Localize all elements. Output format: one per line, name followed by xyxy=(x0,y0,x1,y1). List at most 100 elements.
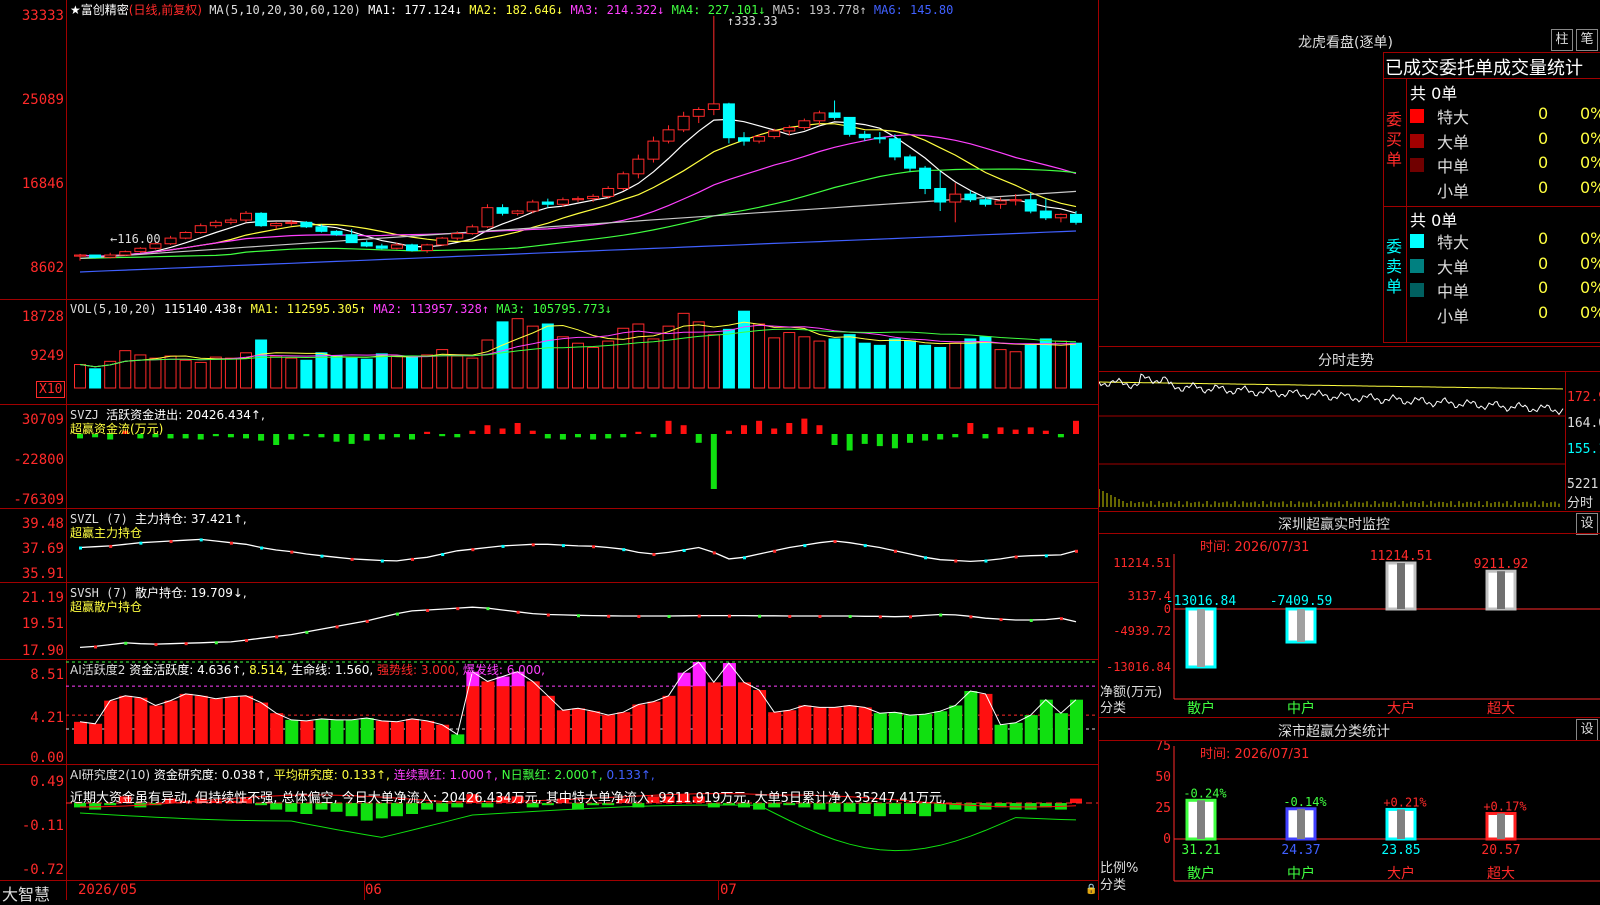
fundflow-bar xyxy=(922,434,929,441)
lock-icon[interactable]: 🔒 xyxy=(1085,884,1097,895)
fundflow-bar xyxy=(424,431,431,434)
order-size-label: 特大 xyxy=(1437,108,1470,127)
kline-chart[interactable] xyxy=(66,0,1098,299)
candle xyxy=(722,103,735,139)
svzl-label: 主力持仓: 37.421↑, xyxy=(135,512,247,526)
volume-bar xyxy=(345,357,358,389)
holding-dot xyxy=(1075,549,1078,553)
activity-bar xyxy=(194,695,208,744)
research-bar xyxy=(1070,798,1082,803)
fundflow-bar xyxy=(967,423,974,434)
volume-bar xyxy=(1039,338,1052,389)
tick-view-button[interactable]: 笔 xyxy=(1576,29,1598,51)
vol-title: VOL(5,10,20) xyxy=(70,302,157,316)
holding-dot xyxy=(667,614,671,618)
intraday-chart[interactable] xyxy=(1099,372,1565,510)
activity-bar xyxy=(919,714,933,744)
y-label: 25089 xyxy=(21,92,64,108)
volume-bar xyxy=(390,355,403,389)
classify-settings-button[interactable]: 设 xyxy=(1576,719,1598,741)
order-percent: 0% xyxy=(1580,253,1600,273)
ma-legend-item: MA5: 193.778↑ xyxy=(765,3,867,17)
y-label: -0.11 xyxy=(21,818,64,834)
fundflow-bar xyxy=(409,434,415,440)
candle xyxy=(662,129,675,142)
volume-bar xyxy=(677,312,690,389)
order-row: 中单 0 0% xyxy=(1410,153,1600,177)
order-size-label: 小单 xyxy=(1437,306,1470,326)
fundflow-bar xyxy=(378,434,385,440)
x-tick xyxy=(364,881,365,900)
holding-dot xyxy=(592,545,596,549)
holding-dot xyxy=(909,615,912,619)
activity-bar xyxy=(1024,715,1038,744)
volume-bar xyxy=(753,323,766,389)
candle xyxy=(738,137,750,142)
fundflow-bar xyxy=(786,423,793,434)
candle xyxy=(828,112,841,118)
classify-bar-shade xyxy=(1197,800,1205,839)
fundflow-bar xyxy=(273,434,280,445)
activity-bar xyxy=(179,693,193,744)
fundflow-bar xyxy=(876,434,883,447)
candle xyxy=(994,200,1007,205)
holding-dot xyxy=(124,641,128,645)
x10-unit-label[interactable]: X10 xyxy=(36,381,66,398)
activity-bar xyxy=(828,707,842,744)
candle xyxy=(602,187,615,197)
brand-label: 大智慧 xyxy=(2,885,51,904)
candle xyxy=(496,207,509,214)
ai1-title: AI活跃度2 xyxy=(70,663,126,677)
volume-bar xyxy=(707,334,720,389)
ma-legend-item: MA2: 113957.328↑ xyxy=(366,302,490,316)
holding-dot xyxy=(260,546,264,550)
fundflow-bar xyxy=(1042,430,1049,434)
order-size-label: 中单 xyxy=(1437,282,1470,301)
candle xyxy=(511,210,524,214)
monitor-chart[interactable]: 11214.513137.40-4939.72-13016.84-13016.8… xyxy=(1099,534,1600,716)
holding-dot xyxy=(441,553,445,557)
classify-chart[interactable]: 75 50 25 0 -0.24% 31.21 散户 -0.14% 24.37 中户 +0.21% 2… xyxy=(1099,741,1600,900)
divider xyxy=(1383,78,1600,79)
candle xyxy=(209,221,222,227)
monitor-category-label: 散户 xyxy=(1187,700,1215,716)
ai2-nday: N日飘红: 2.000↑, xyxy=(501,768,603,782)
fundflow-bar xyxy=(333,434,340,442)
volume-bar xyxy=(451,355,464,389)
x-date: 06 xyxy=(365,882,382,898)
monitor-settings-button[interactable]: 设 xyxy=(1576,513,1598,535)
holding-dot xyxy=(501,544,505,548)
order-count: 0 xyxy=(1538,278,1549,297)
low-marker: ←116.00 xyxy=(110,232,161,246)
y-label: 18728 xyxy=(21,309,64,325)
activity-bar xyxy=(255,702,269,744)
volume-bar xyxy=(421,354,434,389)
divider xyxy=(1565,372,1566,510)
x-date: 07 xyxy=(720,882,737,898)
monitor-value-label: -7409.59 xyxy=(1270,594,1333,609)
order-percent: 0% xyxy=(1580,278,1600,297)
volume-bar xyxy=(255,339,268,389)
volume-bar xyxy=(949,342,962,389)
price-line xyxy=(1099,373,1564,416)
activity-bar xyxy=(390,721,404,744)
volume-bar xyxy=(300,359,313,389)
candle xyxy=(194,225,207,233)
order-percent: 0% xyxy=(1580,104,1600,123)
volume-bar xyxy=(89,368,102,389)
volume-bar xyxy=(722,328,735,389)
holding-dot xyxy=(154,643,158,647)
research-bar xyxy=(964,803,977,812)
holding-dot xyxy=(577,614,580,618)
candle xyxy=(89,254,102,258)
monitor-category-label: 超大 xyxy=(1487,701,1515,716)
order-color-swatch xyxy=(1410,109,1424,123)
volume-bar xyxy=(179,359,192,389)
classify-y-label: 25 xyxy=(1155,801,1171,816)
monitor-value-label: 9211.92 xyxy=(1474,557,1529,572)
volume-bar xyxy=(1054,340,1067,389)
activity-bar xyxy=(345,719,359,744)
order-color-swatch xyxy=(1410,283,1424,297)
svzl-sub: 超赢主力持仓 xyxy=(70,526,143,540)
column-view-button[interactable]: 柱 xyxy=(1551,29,1573,51)
